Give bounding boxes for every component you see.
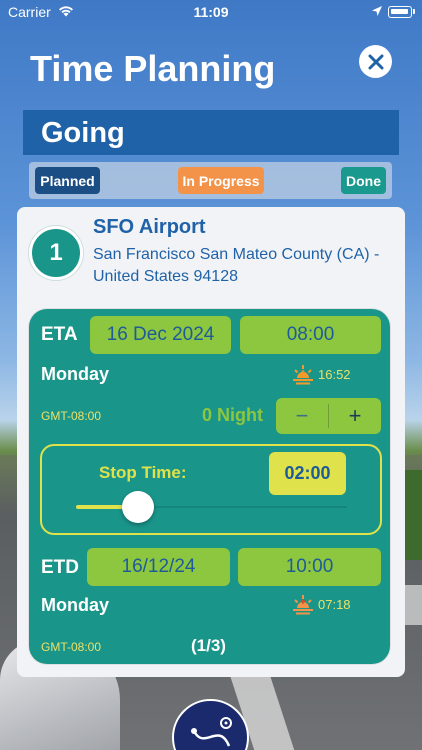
nights-decrement-button[interactable]: −	[276, 398, 328, 434]
stop-address: San Francisco San Mateo County (CA) - Un…	[93, 246, 380, 285]
stop-time-slider-track[interactable]	[138, 506, 347, 508]
eta-weekday: Monday	[41, 364, 110, 384]
section-title: Going	[23, 110, 399, 155]
status-tabs: Planned In Progress Done	[29, 162, 392, 199]
location-arrow-icon	[372, 6, 382, 16]
etd-timezone: GMT-08:00	[41, 640, 102, 654]
etd-time-field[interactable]: 10:00	[238, 548, 381, 586]
sunrise-time: 07:18	[318, 597, 351, 612]
eta-date-field[interactable]: 16 Dec 2024	[90, 316, 231, 354]
tab-in-progress[interactable]: In Progress	[178, 167, 264, 194]
battery-tip	[413, 9, 415, 14]
close-icon	[368, 54, 383, 69]
etd-label: ETD	[41, 557, 79, 578]
status-bar: Carrier 11:09	[0, 0, 422, 24]
tab-planned[interactable]: Planned	[35, 167, 100, 194]
page-title: Time Planning	[30, 48, 276, 89]
sunset-icon	[293, 365, 313, 385]
page-indicator: (1/3)	[191, 636, 226, 655]
stop-time-value[interactable]: 02:00	[269, 452, 346, 495]
clock: 11:09	[193, 4, 229, 20]
battery-icon	[388, 6, 412, 18]
sunset-time: 16:52	[318, 367, 351, 382]
tab-done[interactable]: Done	[341, 167, 386, 194]
sunrise-icon	[293, 595, 313, 615]
stop-time-label: Stop Time:	[99, 463, 187, 482]
etd-weekday: Monday	[41, 595, 110, 615]
eta-timezone: GMT-08:00	[41, 409, 102, 423]
close-button[interactable]	[359, 45, 392, 78]
eta-label: ETA	[41, 324, 78, 345]
etd-date-field[interactable]: 16/12/24	[87, 548, 230, 586]
eta-time-field[interactable]: 08:00	[240, 316, 381, 354]
nights-count: 0 Night	[202, 405, 263, 425]
nights-increment-button[interactable]: +	[329, 398, 381, 434]
stop-name[interactable]: SFO Airport	[93, 216, 206, 239]
stop-number-badge: 1	[29, 226, 83, 280]
